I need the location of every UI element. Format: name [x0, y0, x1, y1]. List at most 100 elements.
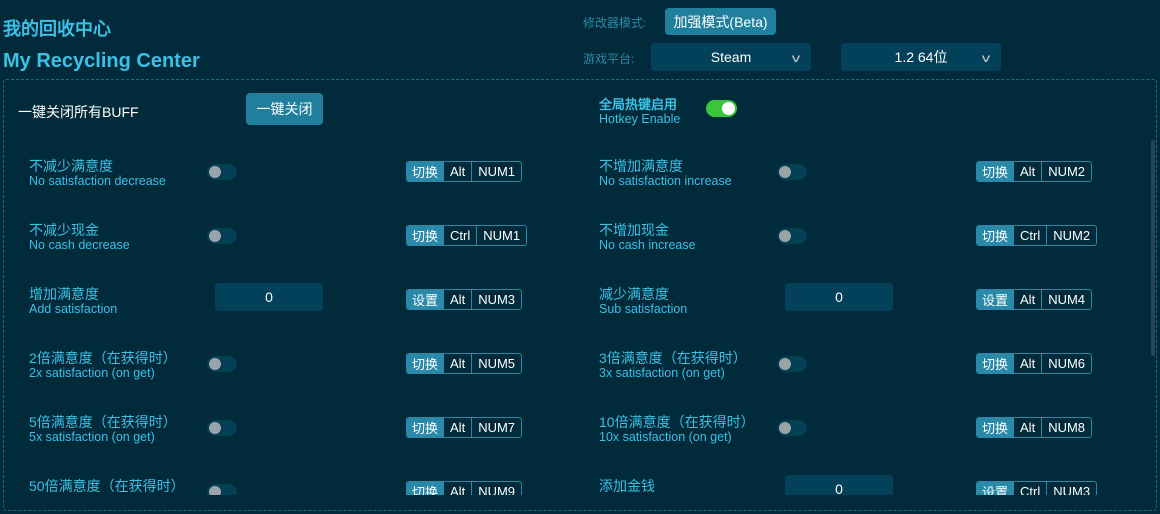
option-row: 50倍满意度（在获得时） 切换 Alt NUM9	[29, 476, 549, 495]
hotkey-key: NUM3	[1046, 482, 1096, 495]
hotkey-key: 切换	[977, 226, 1014, 245]
version-value: 1.2 64位	[894, 49, 948, 65]
option-label-en: No satisfaction increase	[599, 174, 732, 188]
hotkey-group[interactable]: 切换 Alt NUM5	[406, 353, 523, 374]
option-toggle[interactable]	[207, 228, 237, 244]
option-label-en: 5x satisfaction (on get)	[29, 430, 155, 444]
option-label-zh: 不减少满意度	[29, 158, 113, 174]
platform-label: 游戏平台:	[583, 52, 635, 66]
platform-value: Steam	[710, 49, 752, 65]
hotkey-key: 切换	[977, 162, 1014, 181]
hotkey-key: NUM1	[471, 162, 521, 181]
hotkey-group[interactable]: 切换 Alt NUM1	[406, 161, 523, 182]
hotkey-key: NUM8	[1041, 418, 1091, 437]
option-toggle[interactable]	[777, 228, 807, 244]
option-label-zh: 10倍满意度（在获得时）	[599, 414, 755, 430]
hotkey-key: 切换	[407, 418, 444, 437]
option-label-zh: 增加满意度	[29, 286, 99, 302]
option-value-input[interactable]: 0	[785, 475, 893, 495]
option-row: 不增加满意度 No satisfaction increase 切换 Alt NUM2	[599, 156, 1119, 196]
option-row: 不减少现金 No cash decrease 切换 Ctrl NUM1	[29, 220, 549, 260]
hotkey-label-en: Hotkey Enable	[599, 112, 681, 126]
mode-button[interactable]: 加强模式(Beta)	[665, 8, 776, 35]
hotkey-group[interactable]: 切换 Alt NUM6	[976, 353, 1093, 374]
option-toggle[interactable]	[777, 356, 807, 372]
option-label-zh: 3倍满意度（在获得时）	[599, 350, 747, 366]
hotkey-key: NUM5	[471, 354, 521, 373]
hotkey-key: 设置	[977, 290, 1014, 309]
option-row: 添加金钱 0 设置 Ctrl NUM3	[599, 475, 1119, 495]
chevron-down-icon: v	[981, 51, 991, 65]
hotkey-key: Alt	[443, 418, 471, 437]
platform-select[interactable]: Steam v	[651, 43, 811, 71]
title-en: My Recycling Center	[3, 50, 200, 72]
title-zh: 我的回收中心	[3, 19, 111, 39]
option-label-en: 10x satisfaction (on get)	[599, 430, 732, 444]
hotkey-key: 切换	[977, 354, 1014, 373]
option-label-en: No cash decrease	[29, 238, 130, 252]
hotkey-toggle[interactable]	[706, 100, 737, 117]
hotkey-key: 设置	[407, 290, 444, 309]
option-row: 2倍满意度（在获得时） 2x satisfaction (on get) 切换 Al…	[29, 348, 549, 388]
option-toggle[interactable]	[777, 164, 807, 180]
hotkey-key: NUM3	[471, 290, 521, 309]
option-value-input[interactable]: 0	[215, 283, 323, 311]
option-toggle[interactable]	[207, 164, 237, 180]
hotkey-group[interactable]: 设置 Ctrl NUM3	[976, 481, 1098, 495]
hotkey-key: Alt	[1013, 418, 1041, 437]
option-value-input[interactable]: 0	[785, 283, 893, 311]
hotkey-key: 切换	[407, 226, 444, 245]
option-label-zh: 不增加现金	[599, 222, 669, 238]
hotkey-key: Ctrl	[1013, 482, 1046, 495]
option-row: 3倍满意度（在获得时） 3x satisfaction (on get) 切换 Al…	[599, 348, 1119, 388]
option-label-zh: 减少满意度	[599, 286, 669, 302]
option-toggle[interactable]	[777, 420, 807, 436]
mode-label: 修改器模式:	[583, 16, 647, 30]
hotkey-key: NUM1	[476, 226, 526, 245]
hotkey-key: NUM9	[471, 482, 521, 495]
close-all-button[interactable]: 一键关闭	[246, 93, 323, 125]
option-label-en: 3x satisfaction (on get)	[599, 366, 725, 380]
option-label-en: No cash increase	[599, 238, 696, 252]
option-label-zh: 不减少现金	[29, 222, 99, 238]
option-label-en: No satisfaction decrease	[29, 174, 166, 188]
hotkey-key: Alt	[443, 482, 471, 495]
option-label-zh: 50倍满意度（在获得时）	[29, 478, 185, 494]
hotkey-key: NUM7	[471, 418, 521, 437]
hotkey-group[interactable]: 切换 Alt NUM7	[406, 417, 523, 438]
hotkey-key: 切换	[407, 354, 444, 373]
option-row: 增加满意度 Add satisfaction 0 设置 Alt NUM3	[29, 283, 549, 324]
hotkey-group[interactable]: 切换 Alt NUM8	[976, 417, 1093, 438]
option-row: 减少满意度 Sub satisfaction 0 设置 Alt NUM4	[599, 283, 1119, 324]
option-label-en: 2x satisfaction (on get)	[29, 366, 155, 380]
hotkey-key: NUM2	[1046, 226, 1096, 245]
hotkey-key: 切换	[407, 482, 444, 495]
option-row: 不增加现金 No cash increase 切换 Ctrl NUM2	[599, 220, 1119, 260]
hotkey-key: 切换	[407, 162, 444, 181]
option-toggle[interactable]	[207, 356, 237, 372]
hotkey-key: Alt	[443, 162, 471, 181]
close-all-label: 一键关闭所有BUFF	[18, 104, 139, 120]
hotkey-key: Alt	[1013, 162, 1041, 181]
scrollbar[interactable]	[1151, 140, 1155, 356]
option-label-zh: 2倍满意度（在获得时）	[29, 350, 177, 366]
option-row: 10倍满意度（在获得时） 10x satisfaction (on get) 切换…	[599, 412, 1119, 452]
version-select[interactable]: 1.2 64位 v	[841, 43, 1001, 71]
hotkey-key: NUM4	[1041, 290, 1091, 309]
hotkey-group[interactable]: 切换 Ctrl NUM1	[406, 225, 528, 246]
hotkey-group[interactable]: 设置 Alt NUM4	[976, 289, 1093, 310]
option-label-en: Add satisfaction	[29, 302, 118, 316]
hotkey-key: Alt	[1013, 354, 1041, 373]
hotkey-group[interactable]: 设置 Alt NUM3	[406, 289, 523, 310]
hotkey-group[interactable]: 切换 Alt NUM2	[976, 161, 1093, 182]
hotkey-key: 设置	[977, 482, 1014, 495]
hotkey-group[interactable]: 切换 Ctrl NUM2	[976, 225, 1098, 246]
hotkey-key: 切换	[977, 418, 1014, 437]
option-toggle[interactable]	[207, 420, 237, 436]
options-list: 不减少满意度 No satisfaction decrease 切换 Alt NUM1…	[0, 140, 1150, 495]
option-toggle[interactable]	[207, 484, 237, 495]
chevron-down-icon: v	[791, 51, 801, 65]
option-label-zh: 添加金钱	[599, 478, 655, 494]
option-label-en: Sub satisfaction	[599, 302, 688, 316]
hotkey-group[interactable]: 切换 Alt NUM9	[406, 481, 523, 495]
